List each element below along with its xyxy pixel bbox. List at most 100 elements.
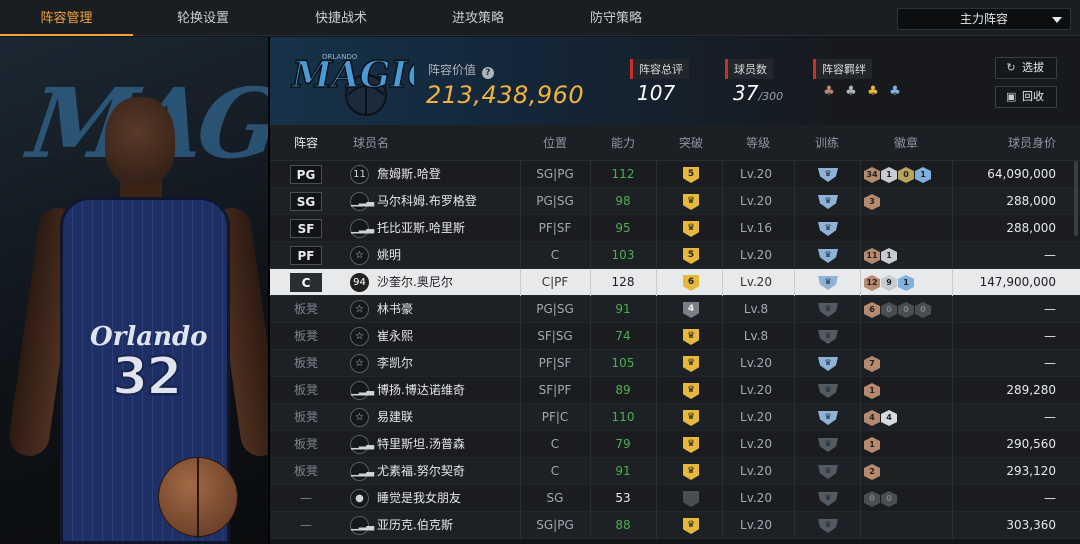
breakthrough-badge[interactable]: ♛ (683, 437, 699, 453)
player-name[interactable]: 李凯尔 (377, 350, 413, 377)
recycle-button[interactable]: ▣ 回收 (995, 86, 1057, 108)
breakthrough-badge[interactable]: ♛ (683, 410, 699, 426)
player-name[interactable]: 亚历克.伯克斯 (377, 512, 453, 539)
training-badge[interactable]: ♛ (818, 492, 838, 506)
player-name[interactable]: 博扬.博达诺维奇 (377, 377, 465, 404)
badge-medals[interactable]: 00 (864, 491, 897, 507)
lineup-dropdown[interactable]: 主力阵容 (897, 8, 1071, 30)
tab-lineup-management[interactable]: 阵容管理 (0, 0, 133, 36)
tab-rotation-settings[interactable]: 轮换设置 (133, 0, 273, 36)
table-row[interactable]: C 94 沙奎尔.奥尼尔 C|PF 128 6 Lv.20 ♛ 12 9 1 147,900,000 (270, 269, 1080, 296)
breakthrough-badge[interactable]: ♛ (683, 464, 699, 480)
table-row[interactable]: — ▁▂▃ 亚历克.伯克斯 SG|PG 88 ♛ Lv.20 ♛ 303,360 (270, 512, 1080, 539)
pick-button[interactable]: ↻ 选拔 (995, 57, 1057, 79)
breakthrough-badge[interactable]: 5 (683, 248, 699, 264)
player-name[interactable]: 尤素福.努尔契奇 (377, 458, 465, 485)
player-name[interactable]: 睡觉是我女朋友 (377, 485, 461, 512)
badge-medals[interactable]: 1 (864, 383, 880, 399)
scrollbar[interactable] (1074, 161, 1078, 236)
player-name[interactable]: 林书豪 (377, 296, 413, 323)
player-name[interactable]: 詹姆斯.哈登 (377, 161, 441, 188)
player-name[interactable]: 特里斯坦.汤普森 (377, 431, 465, 458)
col-training[interactable]: 训练 (794, 125, 860, 161)
medal-icon: 7 (864, 356, 880, 372)
breakthrough-badge[interactable]: 5 (683, 167, 699, 183)
badge-medals[interactable]: 2 (864, 464, 880, 480)
column-separator (794, 431, 795, 458)
table-row[interactable]: 板凳 ☆ 易建联 PF|C 110 ♛ Lv.20 ♛ 4 4 — (270, 404, 1080, 431)
breakthrough-badge[interactable]: ♛ (683, 356, 699, 372)
bond-icon[interactable]: ♣ (820, 83, 838, 101)
training-badge[interactable]: ♛ (818, 222, 838, 236)
col-badges[interactable]: 徽章 (860, 125, 952, 161)
breakthrough-badge[interactable] (683, 491, 699, 507)
badge-medals[interactable]: 3 (864, 194, 880, 210)
training-badge[interactable]: ♛ (818, 168, 838, 182)
table-row[interactable]: SG ▁▂▃ 马尔科姆.布罗格登 PG|SG 98 ♛ Lv.20 ♛ 3 288,000 (270, 188, 1080, 215)
table-row[interactable]: 板凳 ☆ 林书豪 PG|SG 91 4 Lv.8 ♛ 6 0 0 0— (270, 296, 1080, 323)
tab-offense-strategy[interactable]: 进攻策略 (409, 0, 547, 36)
breakthrough-badge[interactable]: ♛ (683, 194, 699, 210)
table-row[interactable]: 板凳 ▁▂▃ 博扬.博达诺维奇 SF|PF 89 ♛ Lv.20 ♛ 1 289,280 (270, 377, 1080, 404)
player-name[interactable]: 姚明 (377, 242, 401, 269)
col-worth[interactable]: 球员身价 (953, 125, 1056, 161)
col-position[interactable]: 位置 (520, 125, 590, 161)
table-row[interactable]: 板凳 ☆ 李凯尔 PF|SF 105 ♛ Lv.20 ♛ 7 — (270, 350, 1080, 377)
table-row[interactable]: — ● 睡觉是我女朋友 SG 53 Lv.20 ♛ 0 0 — (270, 485, 1080, 512)
breakthrough-badge[interactable]: ♛ (683, 518, 699, 534)
badge-medals[interactable]: 6000 (864, 302, 931, 318)
player-position: SG (546, 491, 564, 505)
training-badge[interactable]: ♛ (818, 195, 838, 209)
badge-medals[interactable]: 11 1 (864, 248, 897, 264)
training-badge[interactable]: ♛ (818, 384, 838, 398)
training-badge[interactable]: ♛ (818, 465, 838, 479)
table-row[interactable]: 板凳 ▁▂▃ 特里斯坦.汤普森 C 79 ♛ Lv.20 ♛ 1 290,560 (270, 431, 1080, 458)
training-badge[interactable]: ♛ (818, 330, 838, 344)
column-separator (794, 161, 795, 188)
badge-medals[interactable]: 34 1 0 1 (864, 167, 931, 183)
player-name[interactable]: 沙奎尔.奥尼尔 (377, 269, 453, 296)
table-row[interactable]: 板凳 ▁▂▃ 尤素福.努尔契奇 C 91 ♛ Lv.20 ♛ 2 293,120 (270, 458, 1080, 485)
col-lineup[interactable]: 阵容 (270, 125, 342, 161)
badge-medals[interactable]: 12 9 1 (864, 275, 914, 291)
column-separator (860, 458, 861, 485)
column-separator (860, 215, 861, 242)
player-name[interactable]: 易建联 (377, 404, 413, 431)
bond-icon[interactable]: ♣ (864, 83, 882, 101)
player-ability: 105 (611, 356, 635, 370)
badge-medals[interactable]: 1 (864, 437, 880, 453)
medal-icon: 9 (881, 275, 897, 291)
help-icon[interactable]: ? (481, 67, 494, 79)
breakthrough-badge[interactable]: ♛ (683, 221, 699, 237)
training-badge[interactable]: ♛ (818, 276, 838, 290)
training-badge[interactable]: ♛ (818, 357, 838, 371)
breakthrough-badge[interactable]: ♛ (683, 329, 699, 345)
training-badge[interactable]: ♛ (818, 303, 838, 317)
col-ability[interactable]: 能力 (590, 125, 656, 161)
bond-icon[interactable]: ♣ (886, 83, 904, 101)
tab-defense-strategy[interactable]: 防守策略 (547, 0, 685, 36)
column-separator (860, 296, 861, 323)
col-level[interactable]: 等级 (722, 125, 794, 161)
breakthrough-badge[interactable]: ♛ (683, 383, 699, 399)
table-row[interactable]: PG 11 詹姆斯.哈登 SG|PG 112 5 Lv.20 ♛ 34 1 0 1 64,090,000 (270, 161, 1080, 188)
training-badge[interactable]: ♛ (818, 249, 838, 263)
tab-quick-tactics[interactable]: 快捷战术 (273, 0, 409, 36)
training-badge[interactable]: ♛ (818, 519, 838, 533)
table-row[interactable]: 板凳 ☆ 崔永熙 SF|SG 74 ♛ Lv.8 ♛ — (270, 323, 1080, 350)
table-row[interactable]: PF ☆ 姚明 C 103 5 Lv.20 ♛ 11 1 — (270, 242, 1080, 269)
training-badge[interactable]: ♛ (818, 411, 838, 425)
badge-medals[interactable]: 7 (864, 356, 880, 372)
col-breakthrough[interactable]: 突破 (656, 125, 726, 161)
badge-medals[interactable]: 44 (864, 410, 897, 426)
player-name[interactable]: 崔永熙 (377, 323, 413, 350)
table-row[interactable]: SF ▁▂▃ 托比亚斯.哈里斯 PF|SF 95 ♛ Lv.16 ♛ 288,000 (270, 215, 1080, 242)
breakthrough-badge[interactable]: 6 (683, 275, 699, 291)
player-name[interactable]: 托比亚斯.哈里斯 (377, 215, 465, 242)
breakthrough-badge[interactable]: 4 (683, 302, 699, 318)
training-badge[interactable]: ♛ (818, 438, 838, 452)
bond-icon[interactable]: ♣ (842, 83, 860, 101)
player-level: Lv.8 (743, 329, 769, 343)
player-name[interactable]: 马尔科姆.布罗格登 (377, 188, 477, 215)
col-player-name[interactable]: 球员名 (342, 125, 400, 161)
